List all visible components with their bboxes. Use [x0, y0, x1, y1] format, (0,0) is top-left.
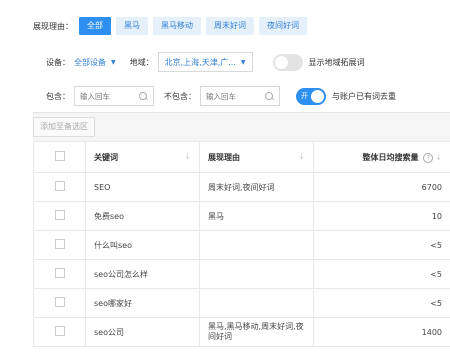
exclude-field[interactable]	[200, 86, 280, 106]
keyword-cell: 什么叫seo	[85, 230, 200, 260]
include-field[interactable]	[74, 86, 154, 106]
add-to-candidates-button[interactable]: 添加至备选区	[33, 117, 95, 137]
search-icon[interactable]	[139, 91, 148, 101]
device-label: 设备：	[46, 57, 70, 67]
tag-dark-horse[interactable]: 黑马	[116, 17, 148, 35]
column-header-volume-label: 整体日均搜索量	[362, 152, 419, 162]
sort-icon[interactable]: ↓	[184, 152, 191, 161]
column-header-reason-label: 展现理由	[208, 152, 240, 162]
table-header-row: 关键词 ↓ 展现理由 ↓ 整体日均搜索量 ? ↓	[33, 141, 450, 173]
table-row: seo公司 黑马,黑马移动,周末好词,夜间好词 1400	[33, 317, 450, 347]
row-select-cell	[33, 230, 86, 260]
column-header-volume[interactable]: 整体日均搜索量 ? ↓	[313, 141, 450, 173]
dedupe-toggle[interactable]: 开	[296, 87, 326, 105]
table-row: 什么叫seo <5	[33, 230, 450, 260]
volume-cell: 10	[313, 201, 450, 231]
region-label: 地域：	[129, 57, 154, 67]
region-select[interactable]: 北京,上海,天津,广... ▼	[157, 52, 253, 72]
volume-cell: <5	[313, 259, 450, 289]
dedupe-label: 与账户已有词去重	[332, 91, 396, 101]
keyword-cell: seo公司	[85, 317, 200, 347]
device-select-value: 全部设备	[74, 57, 106, 67]
row-select-cell	[33, 288, 86, 318]
keyword-cell: seo哪家好	[85, 288, 200, 318]
reason-cell: 黑马,黑马移动,周末好词,夜间好词	[199, 317, 314, 347]
keyword-table: 关键词 ↓ 展现理由 ↓ 整体日均搜索量 ? ↓ SEO 周末好词,夜间好词 6700…	[33, 141, 450, 347]
reason-cell: 黑马	[199, 201, 314, 231]
table-toolbar: 添加至备选区	[33, 113, 450, 141]
reason-cell: 周末好词,夜间好词	[199, 172, 314, 202]
region-expand-toggle[interactable]	[272, 53, 303, 71]
include-input[interactable]	[80, 91, 132, 101]
row-checkbox[interactable]	[54, 210, 65, 220]
keyword-cell: seo公司怎么样	[85, 259, 200, 289]
tag-all[interactable]: 全部	[79, 17, 111, 35]
exclude-input[interactable]	[206, 91, 258, 101]
reason-filter-label: 展现理由：	[33, 21, 73, 31]
select-all-checkbox[interactable]	[54, 151, 65, 161]
column-header-reason[interactable]: 展现理由 ↓	[199, 141, 314, 173]
keyword-cell: 免费seo	[85, 201, 200, 231]
table-row: SEO 周末好词,夜间好词 6700	[33, 172, 450, 202]
reason-filter-bar: 展现理由： 全部 黑马 黑马移动 周末好词 夜间好词	[33, 16, 312, 36]
sort-icon[interactable]: ↓	[435, 153, 442, 162]
volume-cell: <5	[313, 288, 450, 318]
row-checkbox[interactable]	[54, 268, 65, 278]
include-label: 包含：	[46, 91, 70, 101]
tag-night-words[interactable]: 夜间好词	[259, 17, 307, 35]
column-header-keyword[interactable]: 关键词 ↓	[85, 141, 200, 173]
search-icon[interactable]	[265, 91, 274, 101]
region-expand-label: 显示地域拓展词	[308, 57, 365, 67]
tag-dark-horse-mobile[interactable]: 黑马移动	[153, 17, 201, 35]
row-select-cell	[33, 172, 86, 202]
toggle-knob	[274, 55, 288, 69]
region-select-value: 北京,上海,天津,广...	[164, 57, 236, 67]
device-region-bar: 设备： 全部设备 ▼ 地域： 北京,上海,天津,广... ▼ 显示地域拓展词	[46, 51, 365, 73]
row-select-cell	[33, 259, 86, 289]
tag-weekend-words[interactable]: 周末好词	[206, 17, 254, 35]
reason-cell	[199, 259, 314, 289]
row-checkbox[interactable]	[54, 326, 65, 336]
row-checkbox[interactable]	[54, 297, 65, 307]
keyword-table-panel: 添加至备选区 关键词 ↓ 展现理由 ↓ 整体日均搜索量 ? ↓ SEO 周末好词,夜间…	[33, 112, 450, 361]
row-checkbox[interactable]	[54, 239, 65, 249]
chevron-down-icon: ▼	[111, 58, 116, 66]
volume-cell: 1400	[313, 317, 450, 347]
row-select-cell	[33, 201, 86, 231]
row-checkbox[interactable]	[54, 181, 65, 191]
sort-icon[interactable]: ↓	[298, 152, 305, 161]
reason-cell	[199, 288, 314, 318]
table-row: seo公司怎么样 <5	[33, 259, 450, 289]
row-select-cell	[33, 317, 86, 347]
table-row: seo哪家好 <5	[33, 288, 450, 318]
device-select[interactable]: 全部设备 ▼	[74, 57, 116, 68]
volume-cell: 6700	[313, 172, 450, 202]
keyword-cell: SEO	[85, 172, 200, 202]
volume-cell: <5	[313, 230, 450, 260]
toggle-knob	[311, 89, 324, 103]
column-header-keyword-label: 关键词	[94, 152, 118, 162]
chevron-down-icon: ▼	[240, 58, 246, 66]
table-row: 免费seo 黑马 10	[33, 201, 450, 231]
dedupe-toggle-text: 开	[301, 91, 308, 100]
exclude-label: 不包含：	[164, 91, 196, 101]
help-icon[interactable]: ?	[423, 152, 434, 163]
reason-cell	[199, 230, 314, 260]
keyword-filter-bar: 包含： 不包含： 开 与账户已有词去重	[46, 85, 396, 107]
select-all-cell	[33, 141, 86, 173]
